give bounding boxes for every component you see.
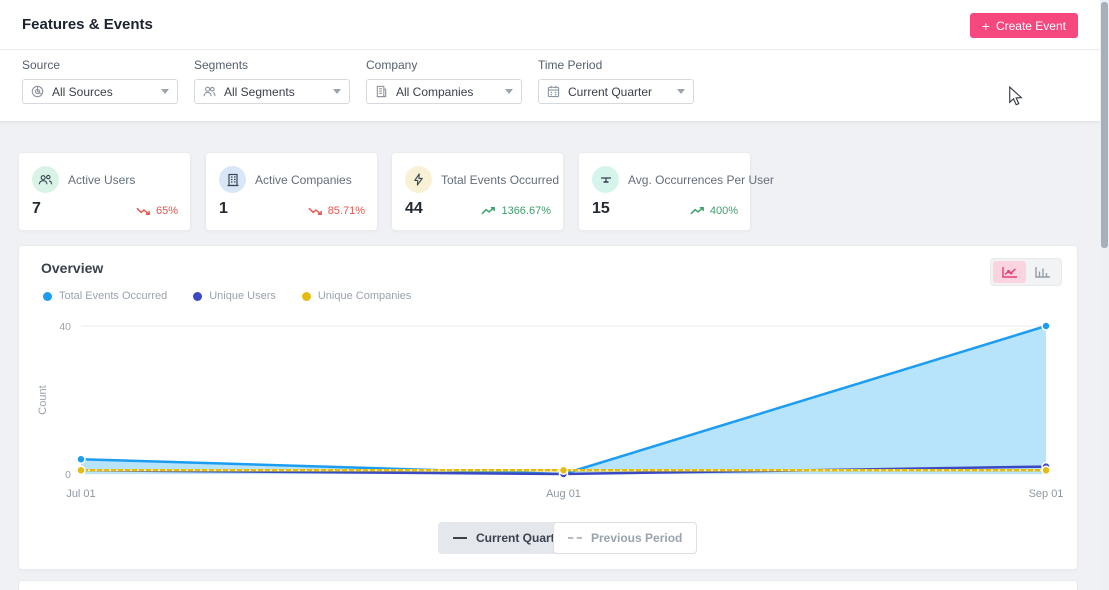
- trend-icon: [136, 206, 151, 216]
- stat-change: 1366.67%: [481, 205, 551, 217]
- solid-line-icon: [453, 537, 467, 539]
- filter-company: Company All Companies: [366, 58, 526, 104]
- legend-dot-blue: [43, 292, 52, 301]
- svg-text:Count: Count: [37, 385, 49, 414]
- users-icon: [32, 166, 59, 193]
- chevron-down-icon: [677, 89, 685, 94]
- svg-text:40: 40: [59, 321, 71, 333]
- time-period-select[interactable]: Current Quarter: [538, 79, 694, 104]
- building-icon: [219, 166, 246, 193]
- legend-unique-users[interactable]: Unique Users: [193, 290, 276, 302]
- stat-value: 1: [219, 200, 228, 218]
- stat-card-avg-occurrences: Avg. Occurrences Per User 15 400%: [578, 152, 751, 231]
- filter-segments: Segments All Segments: [194, 58, 354, 104]
- segments-select[interactable]: All Segments: [194, 79, 350, 104]
- features-events-page: Features & Events + Create Event Source …: [0, 0, 1109, 590]
- stat-card-active-users: Active Users 7 65%: [18, 152, 191, 231]
- chevron-down-icon: [333, 89, 341, 94]
- lightning-icon: [405, 166, 432, 193]
- stat-value: 7: [32, 200, 41, 218]
- overview-card: Overview Total Events Occurred Unique Us…: [18, 245, 1078, 570]
- scrollbar-thumb[interactable]: [1101, 2, 1108, 248]
- segments-value: All Segments: [224, 85, 325, 99]
- trend-icon: [308, 206, 323, 216]
- stat-change: 65%: [136, 205, 178, 217]
- plus-icon: +: [982, 19, 990, 33]
- trend-icon: [481, 206, 496, 216]
- time-period-value: Current Quarter: [568, 85, 669, 99]
- chart-type-toggle: [990, 258, 1062, 286]
- overview-title: Overview: [41, 260, 103, 276]
- company-label: Company: [366, 58, 526, 72]
- dashed-line-icon: [568, 537, 582, 539]
- legend-unique-companies[interactable]: Unique Companies: [302, 290, 412, 302]
- stat-title: Total Events Occurred: [441, 173, 559, 187]
- company-icon: [375, 85, 388, 98]
- create-event-label: Create Event: [996, 19, 1066, 33]
- svg-text:Aug 01: Aug 01: [546, 488, 581, 500]
- stat-card-total-events: Total Events Occurred 44 1366.67%: [391, 152, 564, 231]
- stat-title: Active Companies: [255, 173, 352, 187]
- legend-dot-indigo: [193, 292, 202, 301]
- line-chart-toggle-button[interactable]: [993, 261, 1026, 283]
- svg-text:Sep 01: Sep 01: [1029, 488, 1064, 500]
- bar-chart-toggle-button[interactable]: [1026, 261, 1059, 283]
- page-title: Features & Events: [22, 16, 153, 33]
- sources-icon: [31, 85, 44, 98]
- source-select[interactable]: All Sources: [22, 79, 178, 104]
- stat-title: Avg. Occurrences Per User: [628, 173, 774, 187]
- stat-change: 85.71%: [308, 205, 365, 217]
- stat-change: 400%: [690, 205, 738, 217]
- source-value: All Sources: [52, 85, 153, 99]
- stat-value: 44: [405, 200, 423, 218]
- company-value: All Companies: [396, 85, 497, 99]
- chevron-down-icon: [161, 89, 169, 94]
- average-icon: [592, 166, 619, 193]
- previous-period-button[interactable]: Previous Period: [553, 522, 697, 554]
- legend-dot-yellow: [302, 292, 311, 301]
- line-chart-icon: [1002, 266, 1018, 278]
- bar-chart-icon: [1035, 266, 1051, 278]
- legend-total-events[interactable]: Total Events Occurred: [43, 290, 167, 302]
- company-select[interactable]: All Companies: [366, 79, 522, 104]
- stat-card-active-companies: Active Companies 1 85.71%: [205, 152, 378, 231]
- scrollbar-track[interactable]: [1100, 0, 1109, 590]
- stat-value: 15: [592, 200, 610, 218]
- filter-bar: Source All Sources Segments All Segments…: [0, 50, 1100, 122]
- time-period-label: Time Period: [538, 58, 698, 72]
- next-section-card: [18, 580, 1078, 590]
- create-event-button[interactable]: + Create Event: [970, 13, 1078, 38]
- source-label: Source: [22, 58, 182, 72]
- filter-source: Source All Sources: [22, 58, 182, 104]
- chart-legend: Total Events Occurred Unique Users Uniqu…: [43, 290, 411, 302]
- page-header: Features & Events + Create Event: [0, 0, 1100, 50]
- calendar-icon: [547, 85, 560, 98]
- svg-text:0: 0: [65, 469, 71, 481]
- svg-text:Jul 01: Jul 01: [66, 488, 95, 500]
- overview-area-chart[interactable]: 40 0 Count Jul 01 Aug 01 Sep 01: [19, 246, 1079, 508]
- chevron-down-icon: [505, 89, 513, 94]
- trend-icon: [690, 206, 705, 216]
- segments-icon: [203, 85, 216, 98]
- filter-time-period: Time Period Current Quarter: [538, 58, 698, 104]
- segments-label: Segments: [194, 58, 354, 72]
- stat-title: Active Users: [68, 173, 135, 187]
